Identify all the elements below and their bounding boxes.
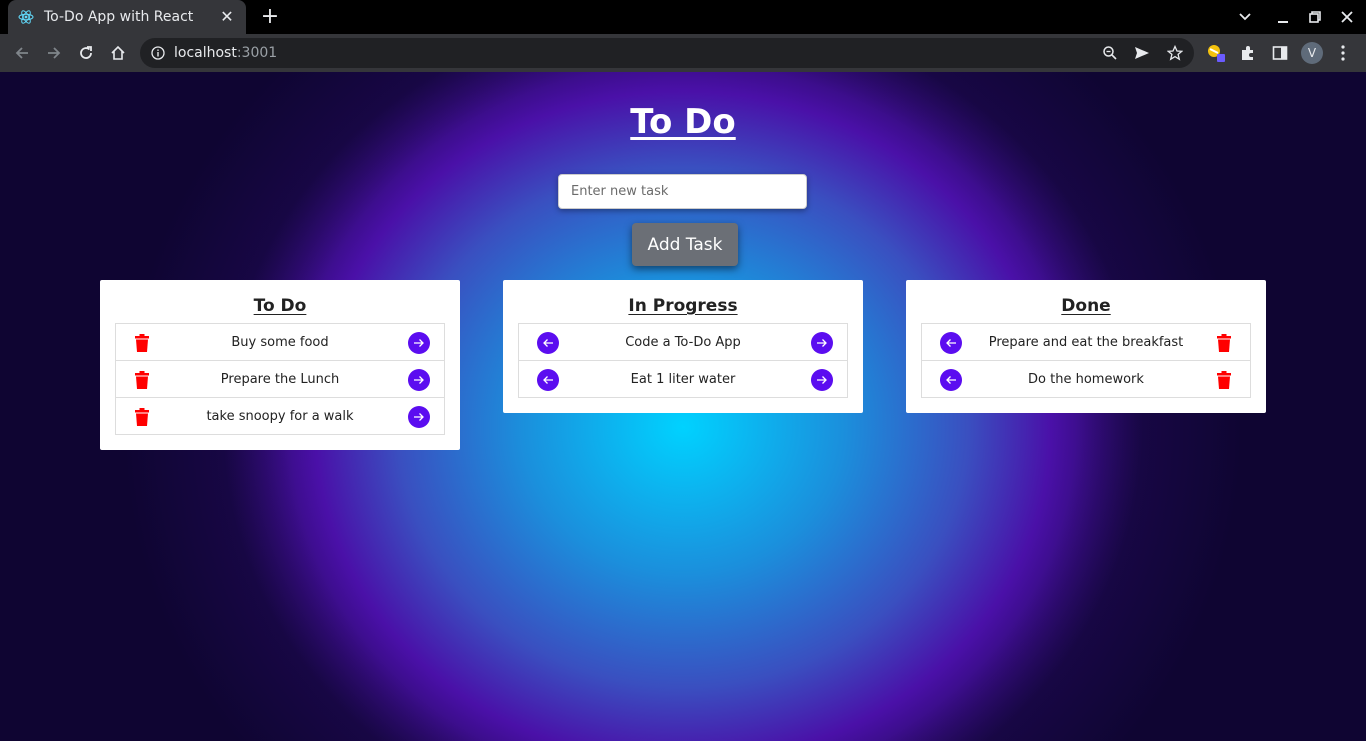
menu-kebab-icon[interactable] [1334, 44, 1352, 62]
new-tab-icon[interactable]: + [260, 6, 280, 28]
url-host: localhost [174, 45, 237, 61]
column-title: Done [1061, 296, 1111, 316]
task-label: take snoopy for a walk [206, 408, 354, 424]
column-in-progress: In Progress Code a To-Do App Eat 1 liter… [503, 280, 863, 413]
task-item: take snoopy for a walk [115, 397, 445, 435]
puzzle-icon[interactable] [1239, 44, 1257, 62]
restore-icon[interactable] [1306, 8, 1324, 26]
tab-title: To-Do App with React [44, 9, 194, 25]
app-page: To Do Add Task To Do Buy some food Prepa… [0, 72, 1366, 741]
browser-toolbar: localhost:3001 V [0, 34, 1366, 72]
trash-icon[interactable] [1216, 334, 1232, 352]
browser-tab-bar: To-Do App with React ✕ + [0, 0, 1366, 34]
move-right-icon[interactable] [811, 332, 833, 354]
task-label: Do the homework [1028, 371, 1144, 387]
react-logo-icon [18, 9, 34, 25]
move-right-icon[interactable] [408, 369, 430, 391]
minimize-icon[interactable] [1274, 8, 1292, 26]
move-left-icon[interactable] [537, 369, 559, 391]
move-right-icon[interactable] [408, 406, 430, 428]
reload-icon[interactable] [76, 43, 96, 63]
move-left-icon[interactable] [537, 332, 559, 354]
move-right-icon[interactable] [408, 332, 430, 354]
trash-icon[interactable] [134, 334, 150, 352]
task-item: Do the homework [921, 360, 1251, 398]
page-title: To Do [630, 102, 736, 142]
extension-icon[interactable] [1207, 44, 1225, 62]
new-task-input[interactable] [558, 174, 807, 209]
column-title: To Do [253, 296, 307, 316]
close-window-icon[interactable] [1338, 8, 1356, 26]
back-icon[interactable] [12, 43, 32, 63]
profile-avatar[interactable]: V [1301, 42, 1323, 64]
task-label: Eat 1 liter water [630, 371, 736, 387]
add-task-button[interactable]: Add Task [632, 223, 738, 266]
move-right-icon[interactable] [811, 369, 833, 391]
url-port: :3001 [236, 45, 278, 61]
home-icon[interactable] [108, 43, 128, 63]
browser-tab[interactable]: To-Do App with React ✕ [8, 0, 246, 34]
move-left-icon[interactable] [940, 332, 962, 354]
side-panel-icon[interactable] [1271, 44, 1289, 62]
close-tab-icon[interactable]: ✕ [218, 8, 236, 26]
task-label: Code a To-Do App [625, 334, 741, 350]
task-label: Buy some food [231, 334, 329, 350]
send-icon[interactable] [1134, 45, 1150, 61]
tab-search-icon[interactable] [1236, 8, 1254, 26]
bookmark-star-icon[interactable] [1167, 45, 1183, 61]
trash-icon[interactable] [134, 371, 150, 389]
column-title: In Progress [628, 296, 738, 316]
move-left-icon[interactable] [940, 369, 962, 391]
trash-icon[interactable] [134, 408, 150, 426]
task-item: Prepare and eat the breakfast [921, 323, 1251, 361]
task-label: Prepare and eat the breakfast [988, 334, 1184, 350]
task-item: Eat 1 liter water [518, 360, 848, 398]
task-label: Prepare the Lunch [220, 371, 340, 387]
task-item: Prepare the Lunch [115, 360, 445, 398]
forward-icon[interactable] [44, 43, 64, 63]
site-info-icon[interactable] [150, 45, 166, 61]
task-item: Buy some food [115, 323, 445, 361]
column-done: Done Prepare and eat the breakfast Do th… [906, 280, 1266, 413]
trash-icon[interactable] [1216, 371, 1232, 389]
address-bar[interactable]: localhost:3001 [140, 38, 1194, 68]
zoom-icon[interactable] [1102, 45, 1118, 61]
task-item: Code a To-Do App [518, 323, 848, 361]
column-todo: To Do Buy some food Prepare the Lunch ta… [100, 280, 460, 450]
url-text: localhost:3001 [174, 45, 277, 61]
